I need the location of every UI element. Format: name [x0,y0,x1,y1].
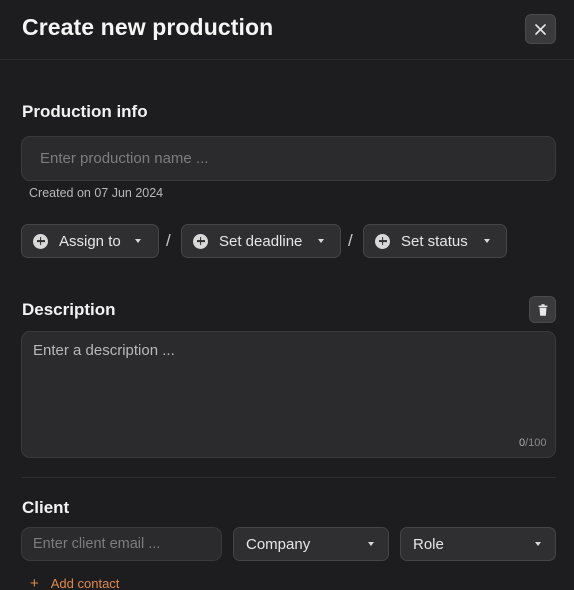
company-select-label: Company [246,535,311,553]
add-contact-button[interactable]: + Add contact [30,576,119,590]
section-divider [21,477,556,478]
character-counter: 0/100 [519,437,547,449]
chevron-down-icon [134,239,141,243]
created-date-text: Created on 07 Jun 2024 [29,186,164,200]
assign-to-label: Assign to [59,232,121,250]
production-name-input[interactable] [21,136,556,181]
close-button[interactable] [525,14,556,44]
description-heading: Description [22,300,116,319]
set-deadline-button[interactable]: Set deadline [181,224,341,258]
chevron-down-icon [318,239,325,243]
close-icon [535,23,546,35]
chevron-down-icon [483,239,490,243]
production-info-heading: Production info [22,102,148,121]
set-status-label: Set status [401,232,468,250]
character-max: /100 [525,437,547,449]
separator: / [348,231,353,250]
company-select[interactable]: Company [233,527,389,561]
description-textarea[interactable] [21,331,556,458]
role-select[interactable]: Role [400,527,556,561]
client-email-input[interactable] [21,527,222,561]
assign-to-button[interactable]: Assign to [21,224,159,258]
plus-circle-icon [193,233,208,249]
set-deadline-label: Set deadline [219,232,303,250]
trash-icon [538,303,547,316]
dialog-header: Create new production [0,0,574,60]
separator: / [166,231,171,250]
plus-icon: + [30,575,39,590]
dialog-title: Create new production [22,14,274,40]
set-status-button[interactable]: Set status [363,224,507,258]
client-heading: Client [22,498,70,517]
chevron-down-icon [368,542,374,546]
chevron-down-icon [535,542,541,546]
clear-description-button[interactable] [529,296,556,323]
role-select-label: Role [413,535,444,553]
plus-circle-icon [33,233,48,249]
add-contact-label: Add contact [50,576,120,590]
plus-circle-icon [375,233,390,249]
